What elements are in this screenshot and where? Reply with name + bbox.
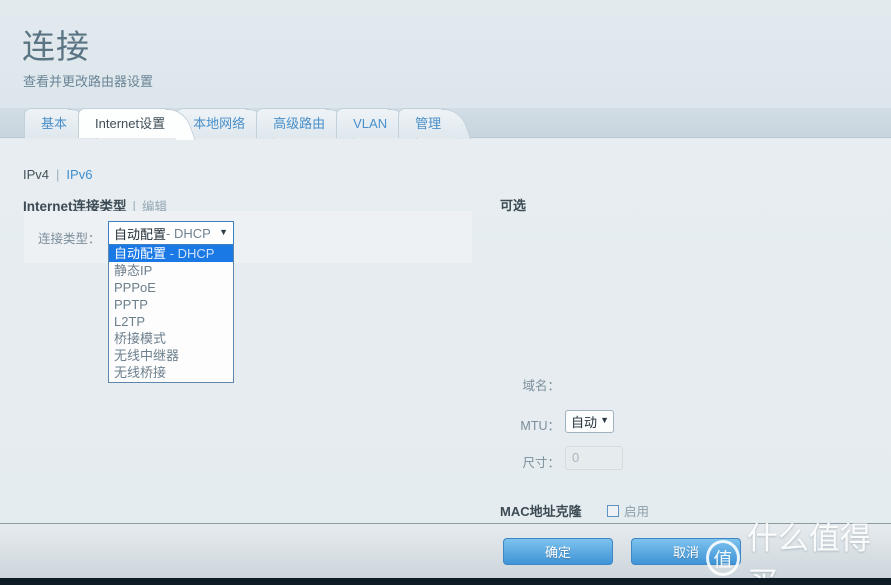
ok-button[interactable]: 确定 [503,538,613,565]
tab-label: VLAN [353,116,388,131]
tab-label: Internet设置 [95,116,166,131]
dropdown-option-bridge-mode[interactable]: 桥接模式 [109,330,233,347]
chevron-down-icon: ▼ [219,227,228,237]
option-label: 无线中继器 [114,348,180,363]
dropdown-option-wireless-bridge[interactable]: 无线桥接 [109,364,233,381]
option-label: PPTP [114,297,148,312]
mtu-select[interactable]: 自动 ▼ [565,410,614,433]
tab-vlan[interactable]: VLAN [336,108,405,138]
page-header: 连接 查看并更改路由器设置 [0,0,891,108]
mac-clone-title: MAC地址克隆 [500,504,582,519]
tab-label: 高级路由 [273,116,326,131]
dialog-footer: 确定 取消 [0,523,891,578]
mtu-selected-value: 自动 [571,415,598,430]
size-value: 0 [572,450,580,465]
mtu-label: MTU： [520,419,560,433]
dropdown-option-dhcp[interactable]: 自动配置 - DHCP [109,245,233,262]
page-title: 连接 [22,28,90,65]
tab-content-panel: IPv4 | IPv6 Internet连接类型 | 编辑 连接类型： 自动配置 - D… [0,139,891,585]
option-label: 桥接模式 [114,331,167,346]
connection-type-selected-suffix: - DHCP [166,225,211,241]
page-subtitle: 查看并更改路由器设置 [23,74,154,89]
dropdown-option-pptp[interactable]: PPTP [109,296,233,313]
tab-label: 基本 [41,116,68,131]
tab-management[interactable]: 管理 [398,108,459,138]
option-label: 自动配置 [114,246,167,261]
cancel-button[interactable]: 取消 [631,538,741,565]
connection-type-label: 连接类型： [38,232,101,246]
option-label: PPPoE [114,280,156,295]
dropdown-option-pppoe[interactable]: PPPoE [109,279,233,296]
connection-type-selected-main: 自动配置 [114,226,167,242]
option-suffix: - DHCP [166,246,215,261]
section-title-optional: 可选 [500,198,527,213]
optional-settings-column: 可选 域名： MTU： 自动 ▼ 尺寸： 0 MAC地址克隆 启用 00 : 0… [490,139,891,585]
mac-clone-enable-label: 启用 [624,505,650,519]
tab-bar: 基本 Internet设置 本地网络 高级路由 VLAN 管理 [0,108,891,138]
option-label: 无线桥接 [114,365,167,380]
option-label: 静态IP [114,263,153,278]
dropdown-option-static-ip[interactable]: 静态IP [109,262,233,279]
checkbox-icon [607,504,619,517]
dropdown-option-wireless-repeater[interactable]: 无线中继器 [109,347,233,364]
tab-label: 管理 [415,116,442,131]
tab-label: 本地网络 [193,116,246,131]
tab-basic[interactable]: 基本 [24,108,85,138]
dropdown-option-l2tp[interactable]: L2TP [109,313,233,330]
connection-type-column: Internet连接类型 | 编辑 连接类型： 自动配置 - DHCP ▼ 自动配置… [0,139,490,523]
connection-type-select[interactable]: 自动配置 - DHCP ▼ [108,221,234,245]
size-input[interactable]: 0 [565,446,623,470]
tab-advanced-routing[interactable]: 高级路由 [256,108,343,138]
tab-internet-settings[interactable]: Internet设置 [78,108,183,138]
chevron-down-icon: ▼ [600,415,609,425]
size-label: 尺寸： [522,456,560,470]
mac-clone-enable-checkbox[interactable]: 启用 [607,501,649,520]
option-label: L2TP [114,314,146,329]
domain-name-label: 域名： [522,379,560,393]
bottom-strip [0,578,891,585]
router-settings-window: ✕ 连接 查看并更改路由器设置 基本 Internet设置 本地网络 高级路由 … [0,0,891,585]
connection-type-dropdown-list[interactable]: 自动配置 - DHCP 静态IP PPPoE PPTP L2TP 桥接模式 无线… [108,245,234,383]
